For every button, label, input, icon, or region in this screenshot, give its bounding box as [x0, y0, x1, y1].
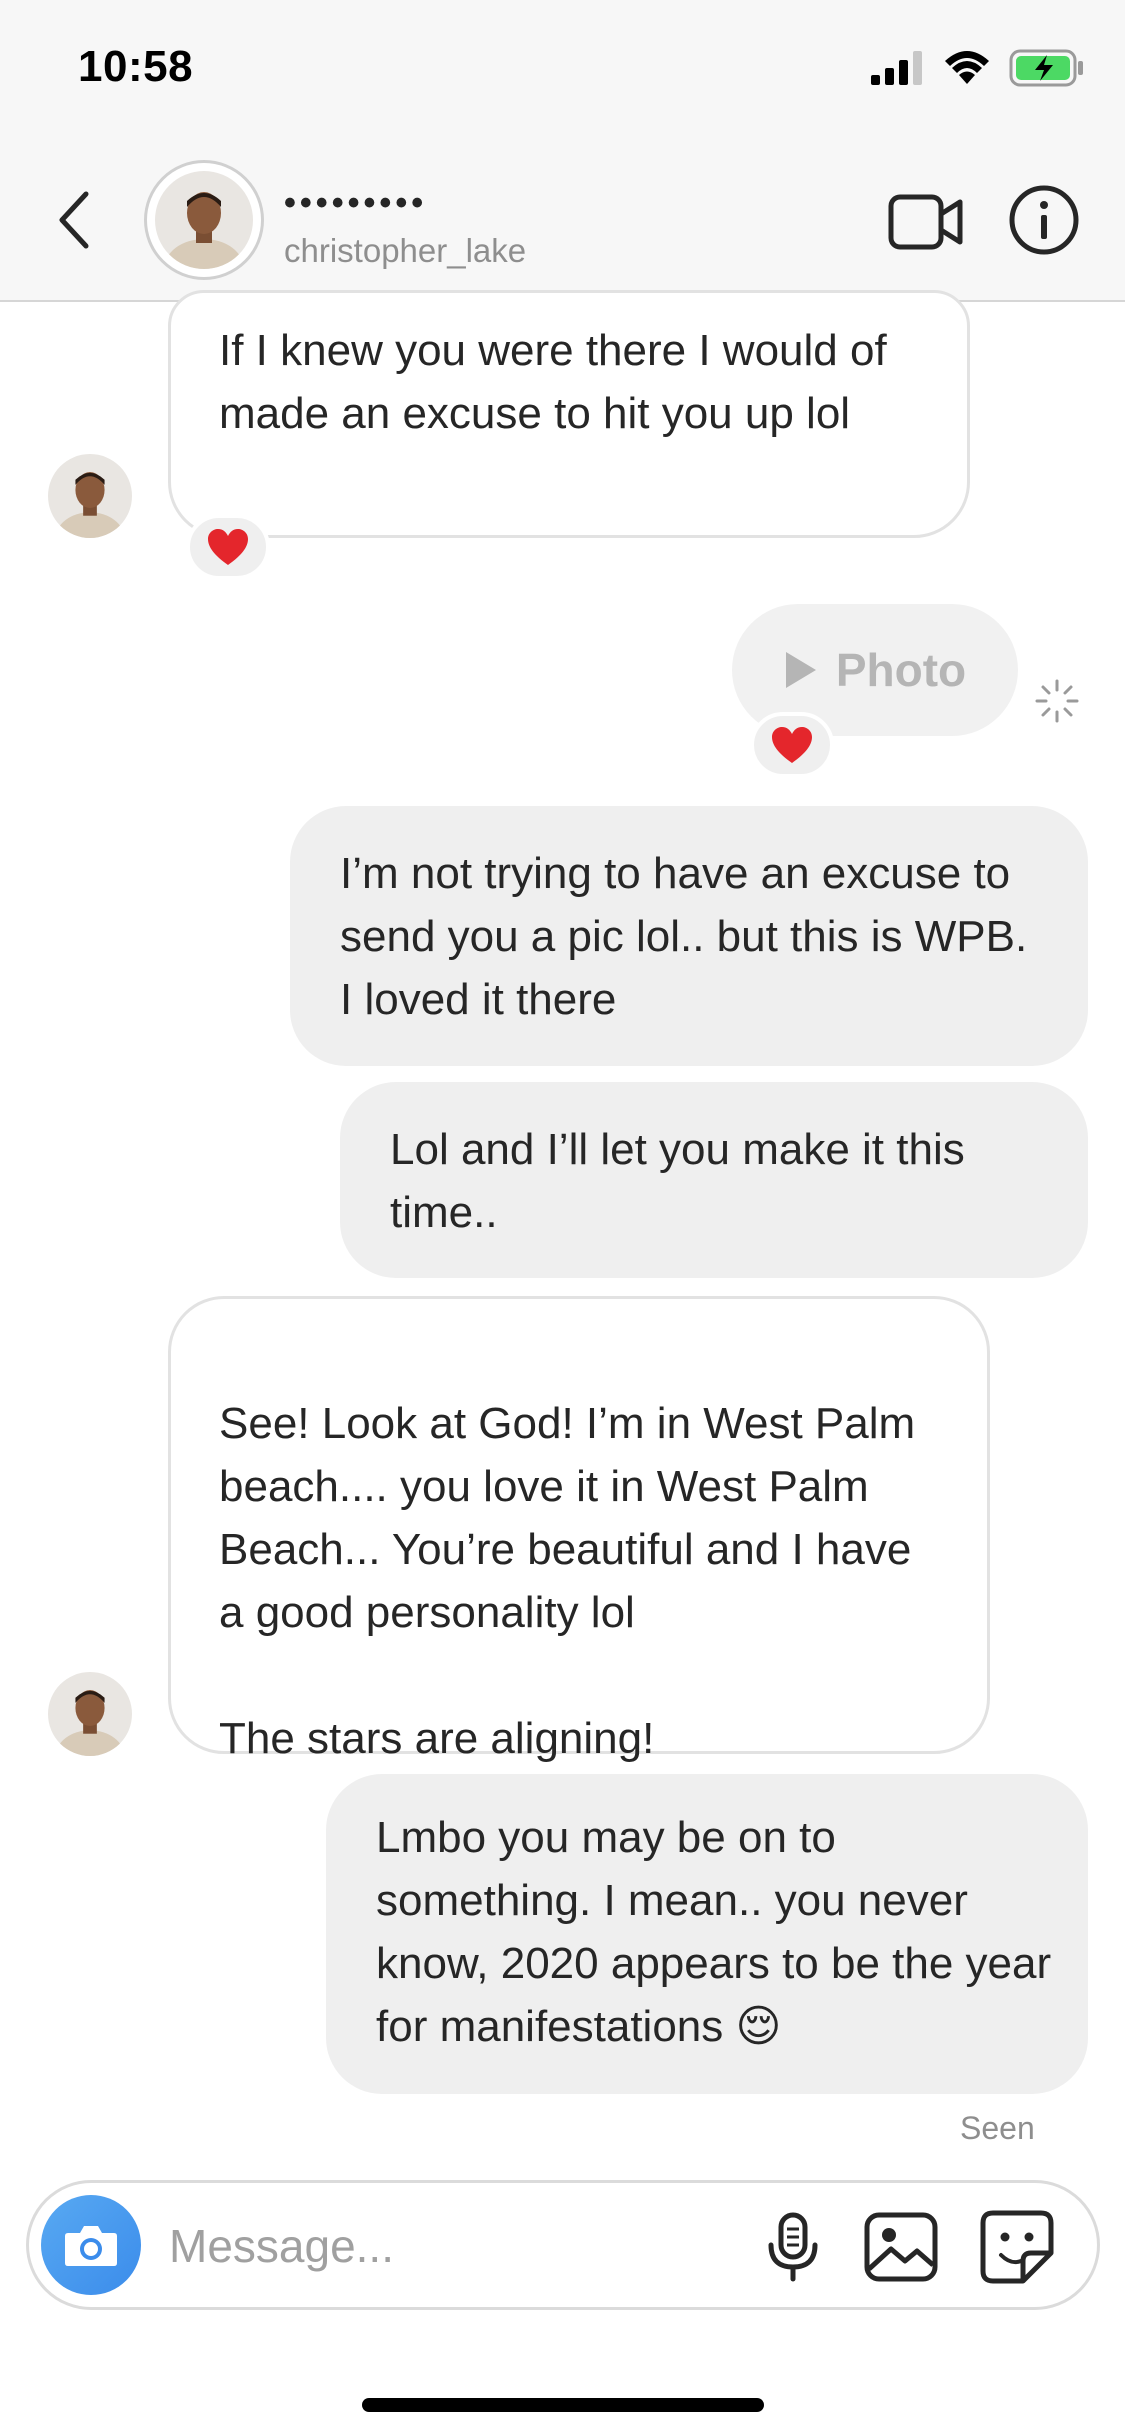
message-text: If I knew you were there I would of made…	[219, 326, 887, 438]
profile-photo	[48, 454, 132, 538]
header-avatar[interactable]	[144, 160, 264, 280]
message-text: See! Look at God! I’m in West Palm beach…	[219, 1399, 916, 1763]
play-icon	[785, 652, 816, 688]
message-text: Lol and I’ll let you make it this time..	[390, 1125, 965, 1237]
seen-indicator: Seen	[960, 2110, 1035, 2146]
camera-button[interactable]	[41, 2195, 141, 2295]
sender-avatar[interactable]	[48, 1672, 132, 1756]
home-indicator[interactable]	[362, 2398, 764, 2412]
heart-icon	[772, 727, 812, 763]
gallery-button[interactable]	[861, 2207, 941, 2287]
loading-spinner-icon	[1035, 679, 1079, 723]
battery-charging-icon	[1009, 49, 1083, 87]
microphone-icon	[768, 2212, 818, 2282]
contact-username: christopher_lake	[284, 232, 527, 269]
info-icon	[1009, 185, 1079, 255]
message-text: I’m not trying to have an excuse to send…	[340, 849, 1028, 1024]
wifi-icon	[945, 51, 989, 84]
camera-icon	[65, 2226, 117, 2266]
sticker-icon	[980, 2210, 1054, 2284]
info-button[interactable]	[1008, 184, 1080, 256]
sender-avatar[interactable]	[48, 454, 132, 538]
message-bubble-outgoing[interactable]: I’m not trying to have an excuse to send…	[290, 806, 1088, 1066]
chat-header: ••••••••• christopher_lake	[0, 140, 1125, 302]
avatar	[155, 171, 253, 269]
microphone-button[interactable]	[753, 2207, 833, 2287]
profile-photo	[48, 1672, 132, 1756]
status-time: 10:58	[78, 42, 194, 91]
cellular-signal-icon	[871, 51, 922, 85]
message-composer	[26, 2180, 1100, 2310]
message-bubble-incoming[interactable]: See! Look at God! I’m in West Palm beach…	[168, 1296, 990, 1763]
photo-label: Photo	[835, 644, 967, 696]
message-bubble-incoming[interactable]: If I knew you were there I would of made…	[168, 290, 970, 538]
sticker-button[interactable]	[977, 2207, 1057, 2287]
video-call-button[interactable]	[888, 192, 964, 252]
back-button[interactable]	[44, 180, 104, 260]
chevron-left-icon	[59, 191, 89, 249]
reaction-badge[interactable]	[186, 514, 270, 580]
message-input[interactable]	[169, 2203, 729, 2289]
gallery-icon	[864, 2212, 938, 2282]
message-bubble-outgoing[interactable]: Lmbo you may be on to something. I mean.…	[326, 1774, 1088, 2094]
contact-display-name: •••••••••	[284, 184, 428, 222]
reaction-badge[interactable]	[750, 712, 834, 778]
status-icons	[871, 48, 1085, 88]
message-bubble-outgoing[interactable]: Lol and I’ll let you make it this time..	[340, 1082, 1088, 1278]
profile-photo	[155, 171, 253, 269]
status-bar: 10:58	[0, 0, 1125, 140]
heart-icon	[208, 529, 248, 565]
video-call-icon	[888, 194, 963, 250]
message-text: Lmbo you may be on to something. I mean.…	[376, 1813, 1052, 2051]
